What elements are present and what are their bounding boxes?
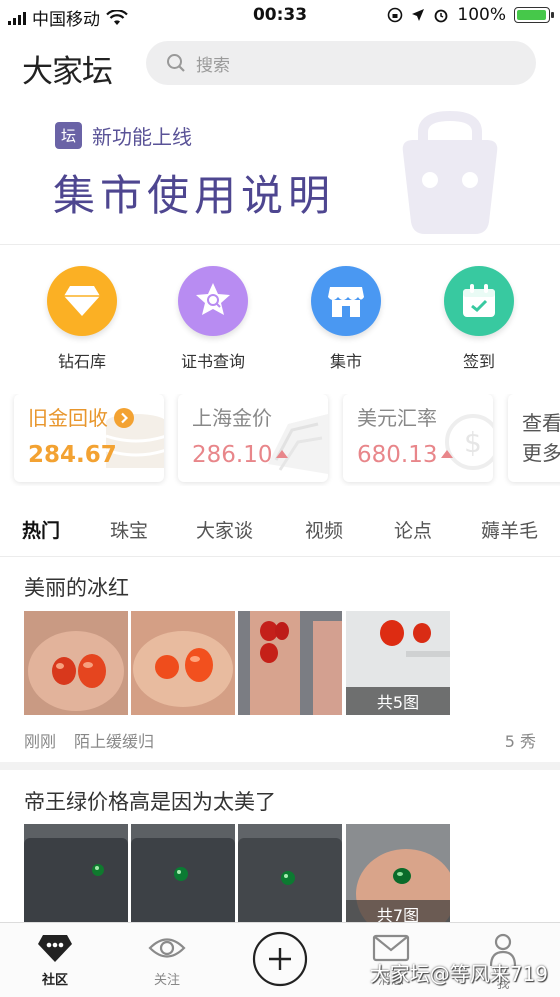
eye-icon (148, 938, 186, 958)
tab-hot[interactable]: 热门 (22, 516, 60, 543)
banner-tag-text: 新功能上线 (92, 125, 192, 149)
card-value-text: 286.10 (192, 442, 273, 468)
community-icon (38, 935, 72, 962)
tab-everyone-talk[interactable]: 大家谈 (196, 516, 253, 543)
post-image[interactable] (24, 611, 128, 715)
post-title: 帝王绿价格高是因为太美了 (24, 790, 276, 814)
card-value-text: 680.13 (357, 442, 438, 468)
battery-fill (517, 10, 546, 20)
diamond-icon (47, 266, 117, 336)
post-image[interactable] (238, 824, 342, 922)
post-meta: 刚刚 陌上缓缓归 (24, 728, 154, 752)
market-store-icon (311, 266, 381, 336)
card-title: 上海金价 (192, 406, 272, 430)
post-image[interactable] (131, 824, 235, 922)
card-value: 284.67 (28, 442, 117, 468)
post-author[interactable]: 陌上缓缓归 (74, 732, 154, 751)
card-usd-exchange-rate[interactable]: $ 美元汇率 680.13 (343, 394, 493, 482)
post-time: 刚刚 (24, 732, 57, 751)
app-logo: 大家坛 (22, 54, 113, 90)
shortcut-row: 钻石库 证书查询 集市 签到 (0, 266, 560, 376)
chevron-right-icon (114, 408, 135, 428)
card-title: 旧金回收 (28, 402, 135, 431)
calendar-checkin-icon (444, 266, 514, 336)
rotation-lock-icon (388, 7, 403, 23)
tabbar-follow[interactable]: 关注 (122, 933, 212, 988)
price-cards-row: 旧金回收 284.67 上海金价 286.10 $ 美元汇率 680.13 查看… (0, 394, 560, 486)
alarm-icon (434, 9, 448, 23)
search-bar[interactable]: 搜索 (146, 41, 536, 85)
card-title: 美元汇率 (357, 406, 437, 430)
shortcut-market[interactable]: 集市 (286, 266, 406, 372)
card-title-text: 旧金回收 (28, 406, 108, 430)
banner-title: 集市使用说明 (53, 171, 336, 220)
promo-banner[interactable]: 坛 新功能上线 集市使用说明 (0, 104, 560, 244)
certificate-search-icon (178, 266, 248, 336)
shortcut-certificate-search[interactable]: 证书查询 (153, 266, 273, 372)
battery-percent: 100% (457, 5, 506, 25)
shortcut-label: 证书查询 (180, 352, 245, 371)
image-count-badge: 共7图 (346, 900, 450, 922)
card-shanghai-gold-price[interactable]: 上海金价 286.10 (178, 394, 328, 482)
image-count-badge: 共5图 (346, 687, 450, 715)
add-icon (252, 931, 308, 987)
battery-icon (514, 7, 554, 23)
tab-video[interactable]: 视频 (305, 516, 343, 543)
status-right: 100% (387, 5, 554, 25)
post-image[interactable]: 共5图 (346, 611, 450, 715)
watermark-text: 大家坛@等风来719 (369, 962, 548, 986)
post-likes[interactable]: 5 秀 (505, 728, 536, 752)
post-title: 美丽的冰红 (24, 576, 129, 600)
search-icon (167, 54, 185, 72)
post-image[interactable]: 共7图 (346, 824, 450, 922)
banner-tag-badge: 坛 (55, 122, 82, 149)
app-header: 大家坛 搜索 (0, 40, 560, 90)
post-image[interactable] (24, 824, 128, 922)
tabbar-community[interactable]: 社区 (10, 933, 100, 988)
banner-tag: 坛 新功能上线 (55, 121, 192, 150)
card-gold-recycle[interactable]: 旧金回收 284.67 (14, 394, 164, 482)
section-gap (0, 762, 560, 770)
card-value: 680.13 (357, 442, 454, 468)
card-value: 286.10 (192, 442, 289, 468)
search-placeholder: 搜索 (196, 55, 230, 76)
view-more-line2: 更多 (522, 441, 560, 465)
location-arrow-icon (412, 9, 425, 21)
post-card[interactable]: 美丽的冰红 共5图 刚刚 陌上缓缓归 5 秀 (0, 556, 560, 762)
tabbar-label: 社区 (41, 973, 68, 988)
status-bar: 中国移动 00:33 100% (0, 0, 560, 30)
tab-deals[interactable]: 薅羊毛 (481, 516, 538, 543)
shortcut-label: 钻石库 (57, 352, 106, 371)
tab-jewelry[interactable]: 珠宝 (110, 516, 148, 543)
tab-opinion[interactable]: 论点 (394, 516, 432, 543)
tabbar-label: 关注 (153, 973, 180, 988)
shortcut-label: 集市 (329, 352, 362, 371)
category-tabs: 热门 珠宝 大家谈 视频 论点 薅羊毛 (0, 500, 560, 557)
post-image[interactable] (238, 611, 342, 715)
svg-text:$: $ (464, 426, 482, 459)
card-view-more[interactable]: 查看 更多 (508, 394, 560, 482)
post-card[interactable]: 帝王绿价格高是因为太美了 共7图 (0, 770, 560, 922)
shortcut-checkin[interactable]: 签到 (419, 266, 539, 372)
card-title: 查看 更多 (522, 408, 560, 468)
shopping-bag-icon (402, 110, 498, 234)
post-image[interactable] (131, 611, 235, 715)
tabbar-add-post[interactable] (235, 931, 325, 991)
divider (0, 244, 560, 245)
view-more-line1: 查看 (522, 411, 560, 435)
up-arrow-icon (441, 450, 454, 458)
shortcut-diamond-library[interactable]: 钻石库 (22, 266, 142, 372)
up-arrow-icon (276, 450, 289, 458)
shortcut-label: 签到 (462, 352, 495, 371)
